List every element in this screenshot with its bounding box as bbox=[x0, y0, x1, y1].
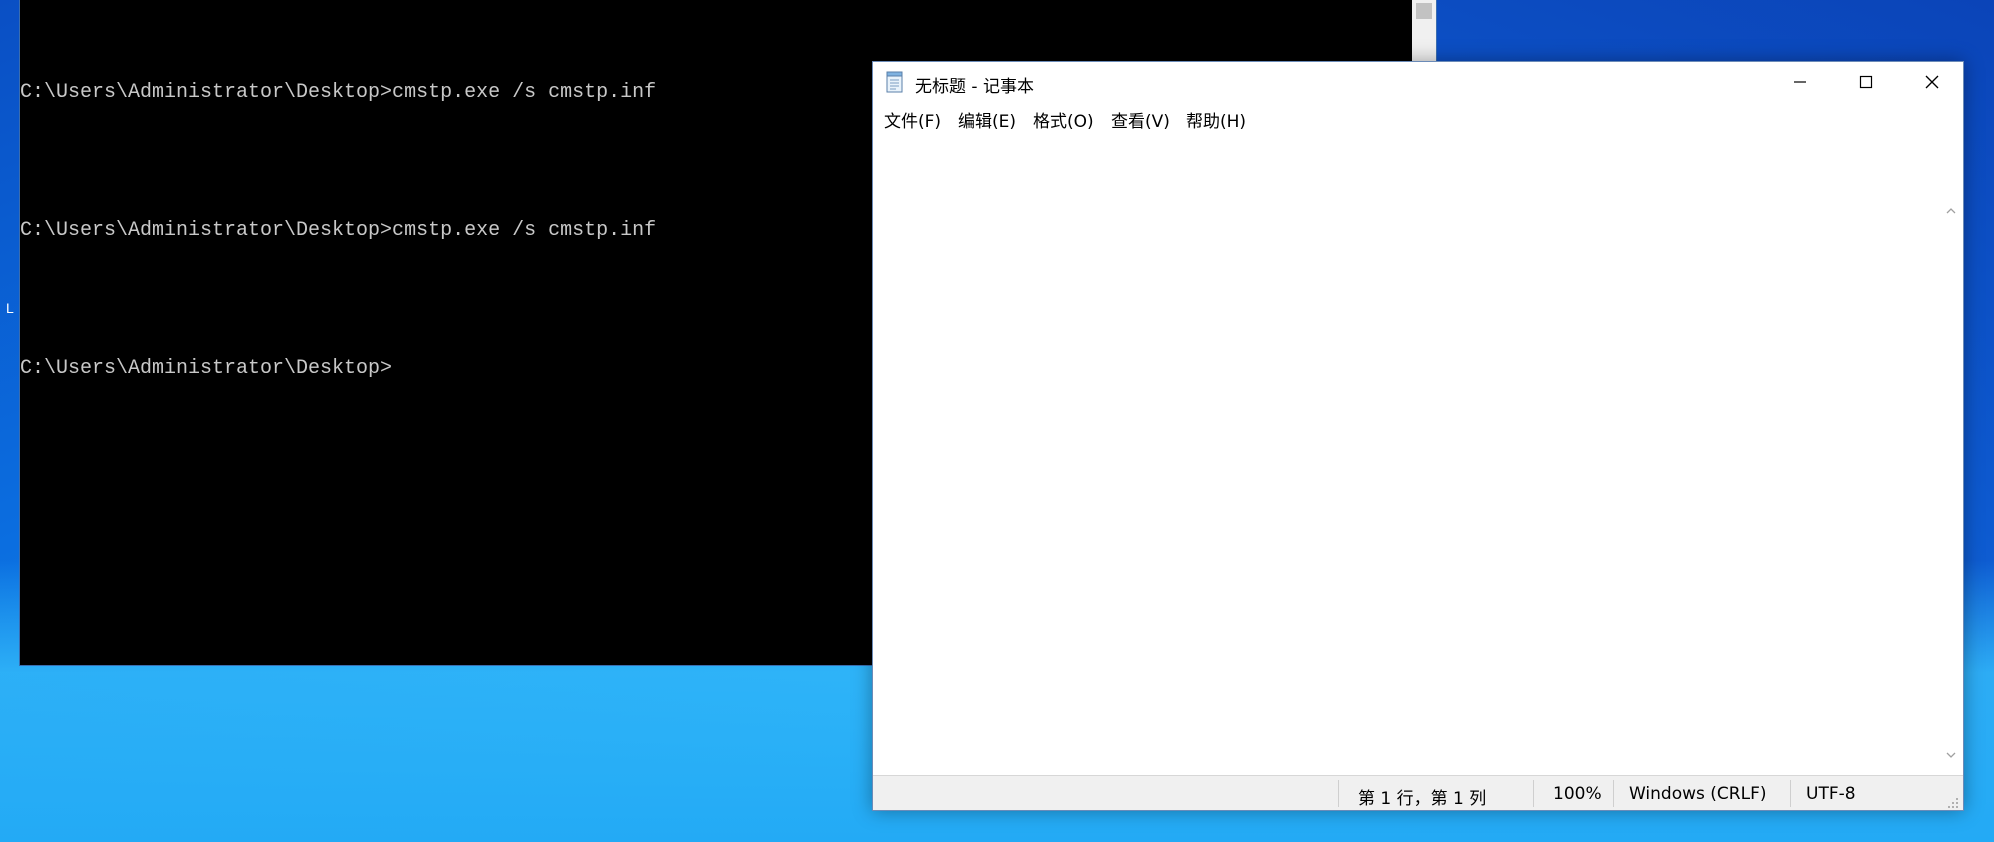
menu-help[interactable]: 帮助(H) bbox=[1186, 107, 1246, 132]
window-title: 无标题 - 记事本 bbox=[915, 77, 1034, 97]
scroll-up-arrow-icon[interactable] bbox=[1945, 202, 1957, 214]
minimize-button[interactable] bbox=[1767, 62, 1833, 102]
vertical-scrollbar[interactable] bbox=[1939, 134, 1963, 775]
text-editor[interactable] bbox=[873, 134, 1939, 775]
desktop-edge-glyph: L bbox=[6, 300, 14, 316]
resize-grip-icon[interactable] bbox=[1945, 794, 1959, 808]
status-divider bbox=[1338, 780, 1339, 807]
notepad-icon bbox=[885, 71, 905, 93]
maximize-button[interactable] bbox=[1833, 62, 1899, 102]
status-zoom: 100% bbox=[1553, 784, 1602, 804]
console-scroll-thumb[interactable] bbox=[1416, 3, 1432, 19]
status-bar: 第 1 行，第 1 列 100% Windows (CRLF) UTF-8 bbox=[873, 775, 1963, 810]
menu-bar: 文件(F) 编辑(E) 格式(O) 查看(V) 帮助(H) bbox=[873, 102, 1963, 134]
notepad-window[interactable]: 无标题 - 记事本 文件(F) 编辑(E) 格式(O) 查看(V) 帮助(H) bbox=[872, 61, 1964, 811]
status-divider bbox=[1533, 780, 1534, 807]
menu-format[interactable]: 格式(O) bbox=[1033, 107, 1094, 132]
status-line-ending: Windows (CRLF) bbox=[1629, 784, 1767, 804]
close-icon bbox=[1925, 75, 1939, 89]
minimize-icon bbox=[1794, 81, 1806, 83]
status-cursor-position: 第 1 行，第 1 列 bbox=[1358, 789, 1487, 809]
status-divider bbox=[1790, 780, 1791, 807]
menu-edit[interactable]: 编辑(E) bbox=[958, 107, 1016, 132]
maximize-icon bbox=[1859, 75, 1873, 89]
notepad-titlebar[interactable]: 无标题 - 记事本 bbox=[873, 62, 1963, 102]
status-encoding: UTF-8 bbox=[1806, 784, 1856, 804]
scroll-down-arrow-icon[interactable] bbox=[1945, 746, 1957, 758]
menu-file[interactable]: 文件(F) bbox=[884, 107, 941, 132]
status-divider bbox=[1613, 780, 1614, 807]
close-button[interactable] bbox=[1899, 62, 1965, 102]
menu-view[interactable]: 查看(V) bbox=[1111, 107, 1170, 132]
